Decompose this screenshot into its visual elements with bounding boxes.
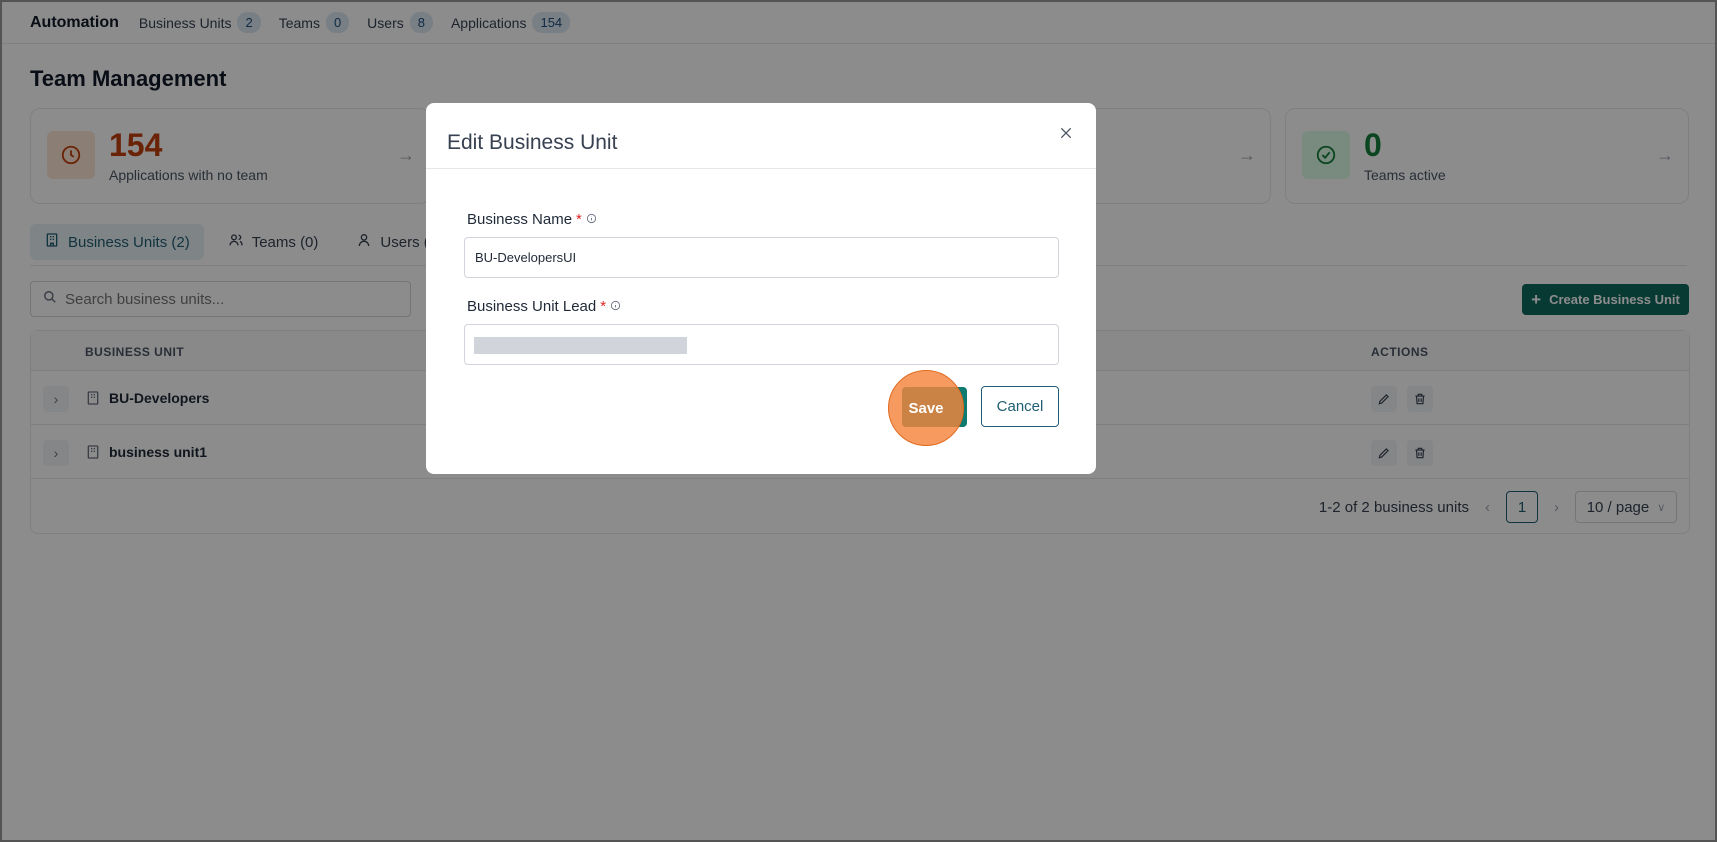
redacted-value <box>474 337 687 354</box>
save-button[interactable]: Save <box>888 370 964 446</box>
dialog-divider <box>426 168 1096 169</box>
required-marker: * <box>576 211 582 228</box>
info-icon <box>610 298 621 315</box>
dialog-title: Edit Business Unit <box>447 131 618 154</box>
business-name-label: Business Name * <box>467 211 597 228</box>
info-icon <box>586 211 597 228</box>
business-unit-lead-label: Business Unit Lead * <box>467 298 621 315</box>
business-unit-lead-field[interactable] <box>464 324 1059 365</box>
business-name-field[interactable] <box>464 237 1059 278</box>
required-marker: * <box>600 298 607 315</box>
edit-business-unit-dialog: Edit Business Unit Business Name * Busin… <box>426 103 1096 474</box>
field-label: Business Unit Lead <box>467 298 597 315</box>
cancel-button[interactable]: Cancel <box>981 386 1059 427</box>
field-label: Business Name <box>467 211 573 228</box>
close-icon[interactable] <box>1054 121 1078 145</box>
save-button-label: Save <box>908 399 944 417</box>
business-name-input[interactable] <box>465 238 1058 277</box>
